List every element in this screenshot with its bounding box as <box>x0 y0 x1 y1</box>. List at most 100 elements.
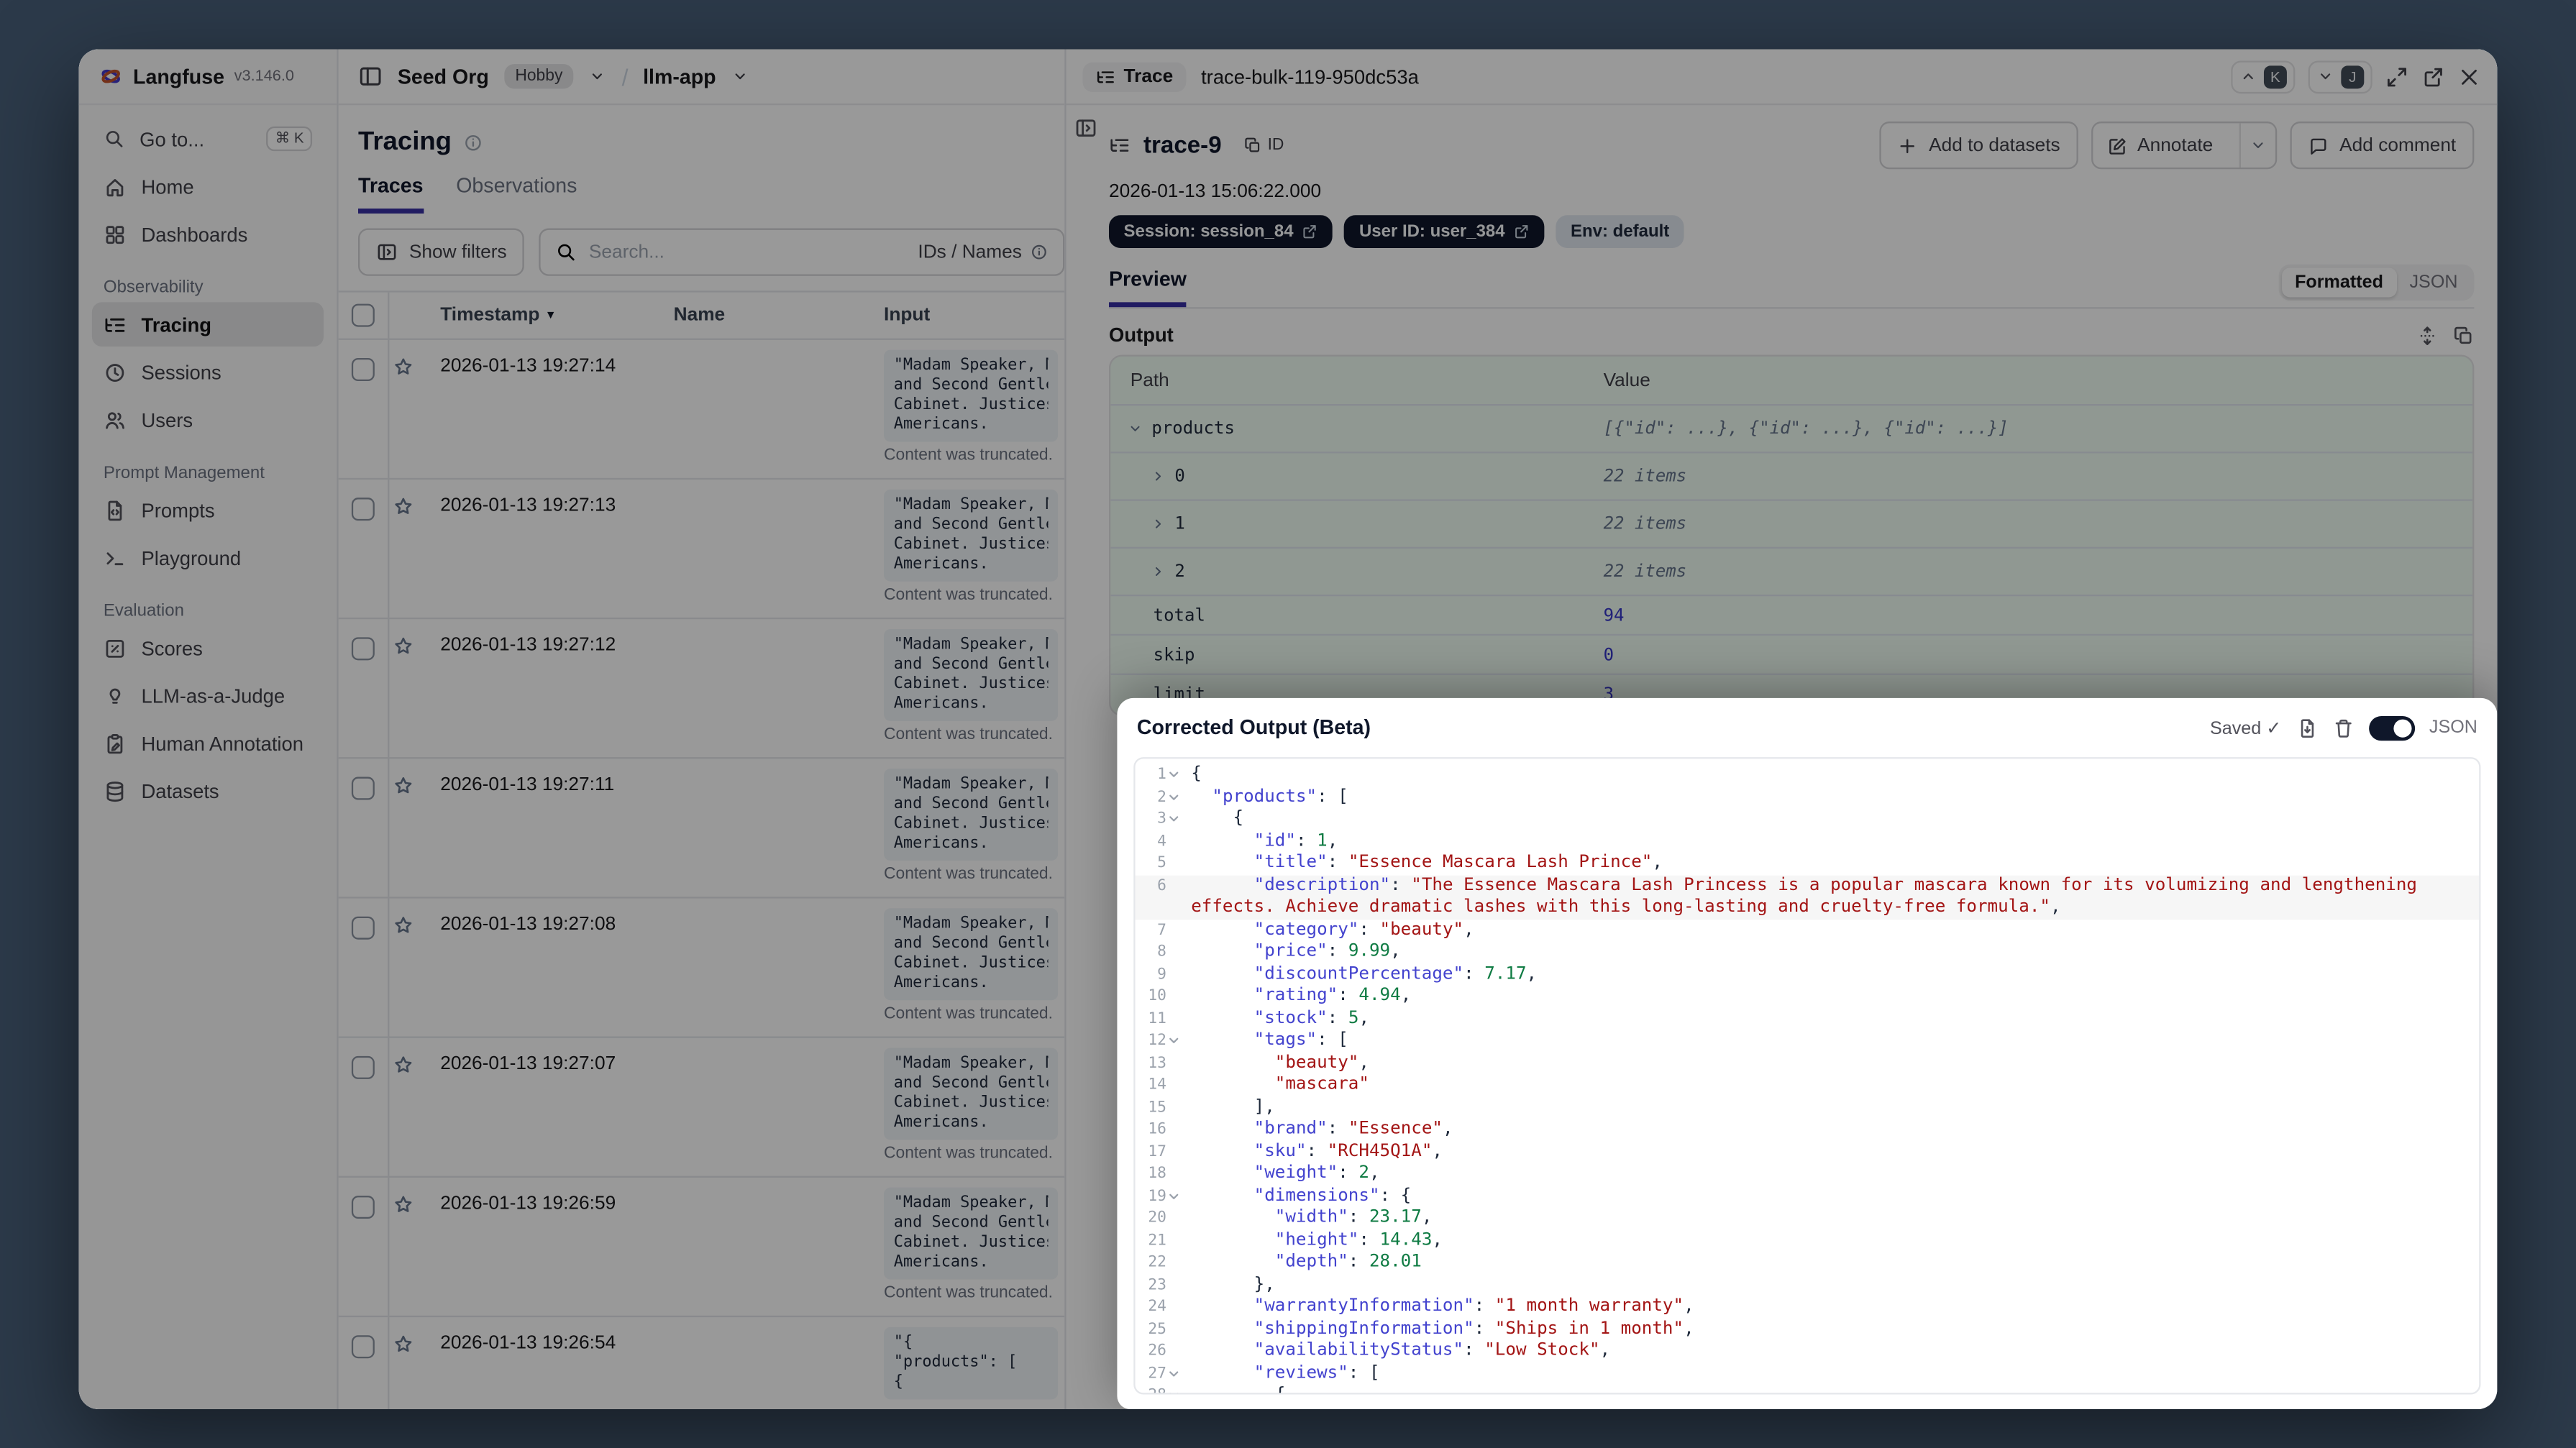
code-line-4[interactable]: 4 "id": 1, <box>1136 830 2480 853</box>
code-content: "brand": "Essence", <box>1253 1118 1453 1139</box>
code-content: }, <box>1253 1273 1275 1293</box>
code-line-15[interactable]: 15 ], <box>1136 1096 2480 1119</box>
code-line-13[interactable]: 13 "beauty", <box>1136 1052 2480 1074</box>
code-content: "description": "The Essence Mascara Lash… <box>1191 874 2428 917</box>
code-content: "height": 14.43, <box>1274 1229 1443 1250</box>
code-content: "stock": 5, <box>1253 1007 1370 1027</box>
gutter: 23 <box>1136 1274 1185 1296</box>
code-content: "category": "beauty", <box>1253 919 1474 939</box>
code-line-6[interactable]: 6 "description": "The Essence Mascara La… <box>1136 874 2480 919</box>
code-line-7[interactable]: 7 "category": "beauty", <box>1136 919 2480 941</box>
gutter: 9 <box>1136 963 1185 986</box>
code-content: "mascara" <box>1274 1074 1369 1094</box>
code-content: "beauty", <box>1274 1052 1369 1072</box>
code-line-17[interactable]: 17 "sku": "RCH45Q1A", <box>1136 1141 2480 1163</box>
gutter: 8 <box>1136 941 1185 963</box>
fold-chevron-icon[interactable] <box>1168 808 1181 830</box>
code-content: "weight": 2, <box>1253 1163 1380 1183</box>
code-line-3[interactable]: 3 { <box>1136 808 2480 830</box>
fold-chevron-icon[interactable] <box>1168 764 1181 786</box>
code-line-9[interactable]: 9 "discountPercentage": 7.17, <box>1136 963 2480 986</box>
gutter: 25 <box>1136 1318 1185 1340</box>
gutter: 3 <box>1136 808 1185 830</box>
corrected-output-panel: Corrected Output (Beta) Saved ✓ JSON 1{2… <box>1117 697 2498 1410</box>
code-line-18[interactable]: 18 "weight": 2, <box>1136 1163 2480 1185</box>
code-content: "tags": [ <box>1253 1030 1348 1050</box>
gutter: 15 <box>1136 1096 1185 1119</box>
fold-chevron-icon[interactable] <box>1168 1385 1181 1393</box>
code-line-25[interactable]: 25 "shippingInformation": "Ships in 1 mo… <box>1136 1318 2480 1340</box>
code-line-2[interactable]: 2 "products": [ <box>1136 786 2480 808</box>
gutter: 21 <box>1136 1229 1185 1252</box>
gutter: 28 <box>1136 1385 1185 1393</box>
code-line-10[interactable]: 10 "rating": 4.94, <box>1136 986 2480 1008</box>
fold-chevron-icon[interactable] <box>1168 1185 1181 1207</box>
app-window: Langfuse v3.146.0 Go to... ⌘ K Home Dashb… <box>78 49 2498 1410</box>
gutter: 27 <box>1136 1362 1185 1385</box>
trash-icon[interactable] <box>2332 717 2354 738</box>
gutter: 4 <box>1136 830 1185 853</box>
corrected-output-title: Corrected Output (Beta) <box>1136 716 1371 739</box>
json-toggle-label: JSON <box>2429 718 2477 738</box>
code-content: "warrantyInformation": "1 month warranty… <box>1253 1296 1694 1316</box>
json-toggle[interactable] <box>2368 715 2415 741</box>
save-file-icon[interactable] <box>2296 717 2318 738</box>
code-content: "shippingInformation": "Ships in 1 month… <box>1253 1318 1694 1338</box>
code-line-14[interactable]: 14 "mascara" <box>1136 1074 2480 1096</box>
code-content: "id": 1, <box>1253 830 1338 851</box>
code-content: "width": 23.17, <box>1274 1207 1433 1227</box>
code-line-22[interactable]: 22 "depth": 28.01 <box>1136 1252 2480 1274</box>
code-line-24[interactable]: 24 "warrantyInformation": "1 month warra… <box>1136 1296 2480 1318</box>
gutter: 13 <box>1136 1052 1185 1074</box>
json-code-editor[interactable]: 1{2 "products": [3 {4 "id": 1, 5 "title":… <box>1133 757 2481 1395</box>
code-content: "rating": 4.94, <box>1253 985 1412 1006</box>
code-line-23[interactable]: 23 }, <box>1136 1274 2480 1296</box>
code-content: "reviews": [ <box>1253 1362 1380 1383</box>
code-line-1[interactable]: 1{ <box>1136 764 2480 786</box>
code-line-20[interactable]: 20 "width": 23.17, <box>1136 1207 2480 1229</box>
gutter: 18 <box>1136 1163 1185 1185</box>
fold-chevron-icon[interactable] <box>1168 1030 1181 1052</box>
code-content: ], <box>1253 1096 1275 1117</box>
gutter: 1 <box>1136 764 1185 786</box>
code-line-19[interactable]: 19 "dimensions": { <box>1136 1185 2480 1207</box>
code-line-11[interactable]: 11 "stock": 5, <box>1136 1008 2480 1030</box>
gutter: 11 <box>1136 1008 1185 1030</box>
gutter: 2 <box>1136 786 1185 808</box>
code-line-16[interactable]: 16 "brand": "Essence", <box>1136 1119 2480 1141</box>
saved-status: Saved ✓ <box>2209 718 2282 738</box>
code-content: "discountPercentage": 7.17, <box>1253 963 1538 984</box>
gutter: 12 <box>1136 1030 1185 1052</box>
fold-chevron-icon[interactable] <box>1168 786 1181 808</box>
gutter: 10 <box>1136 986 1185 1008</box>
gutter: 24 <box>1136 1296 1185 1318</box>
code-content: "dimensions": { <box>1253 1185 1412 1205</box>
code-line-26[interactable]: 26 "availabilityStatus": "Low Stock", <box>1136 1340 2480 1362</box>
code-line-5[interactable]: 5 "title": "Essence Mascara Lash Prince"… <box>1136 853 2480 875</box>
code-content: "availabilityStatus": "Low Stock", <box>1253 1340 1611 1360</box>
code-line-21[interactable]: 21 "height": 14.43, <box>1136 1229 2480 1252</box>
code-line-27[interactable]: 27 "reviews": [ <box>1136 1362 2480 1385</box>
code-content: { <box>1191 764 1202 784</box>
code-line-28[interactable]: 28 { <box>1136 1385 2480 1393</box>
code-line-12[interactable]: 12 "tags": [ <box>1136 1030 2480 1052</box>
gutter: 14 <box>1136 1074 1185 1096</box>
code-content: "sku": "RCH45Q1A", <box>1253 1140 1443 1160</box>
fold-chevron-icon[interactable] <box>1168 1362 1181 1385</box>
code-line-8[interactable]: 8 "price": 9.99, <box>1136 941 2480 963</box>
code-content: { <box>1233 807 1244 828</box>
